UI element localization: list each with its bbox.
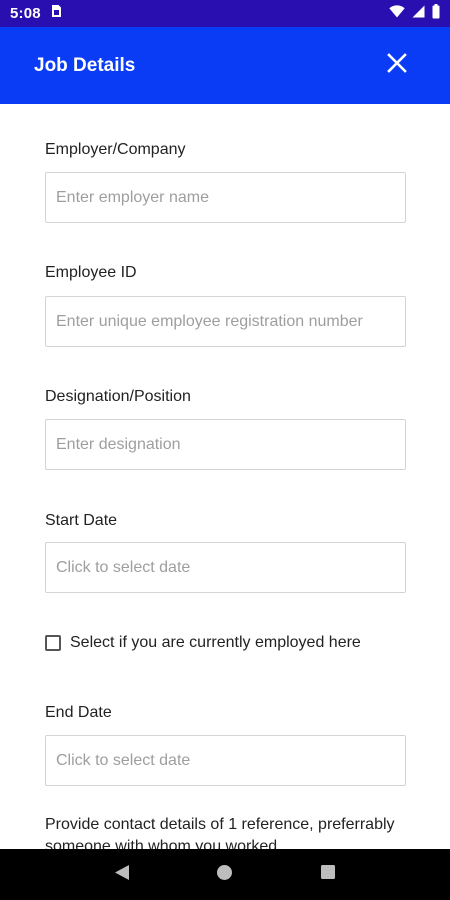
status-left: 5:08 bbox=[10, 4, 62, 23]
end-date-field[interactable] bbox=[45, 735, 406, 786]
system-navigation-bar bbox=[0, 849, 450, 900]
employer-label: Employer/Company bbox=[45, 141, 186, 158]
app-bar: Job Details bbox=[0, 27, 450, 104]
signal-icon bbox=[412, 5, 425, 23]
currently-employed-label: Select if you are currently employed her… bbox=[70, 634, 361, 651]
home-button[interactable] bbox=[210, 860, 240, 890]
reference-instructions: Provide contact details of 1 reference, … bbox=[45, 816, 395, 849]
sim-card-icon bbox=[51, 4, 62, 23]
close-button[interactable] bbox=[384, 53, 410, 79]
designation-label: Designation/Position bbox=[45, 388, 191, 405]
job-details-form: Employer/Company Employee ID Designation… bbox=[0, 104, 450, 849]
status-bar: 5:08 bbox=[0, 0, 450, 27]
currently-employed-checkbox[interactable] bbox=[45, 635, 61, 651]
employee-id-label: Employee ID bbox=[45, 264, 137, 281]
recents-button[interactable] bbox=[313, 860, 343, 890]
start-date-field[interactable] bbox=[45, 542, 406, 593]
start-date-label: Start Date bbox=[45, 512, 118, 529]
home-icon bbox=[216, 864, 233, 886]
job-details-screen: 5:08 Job Details Employer/Company Enter … bbox=[0, 0, 450, 900]
employer-input[interactable] bbox=[45, 172, 406, 223]
back-icon bbox=[114, 864, 130, 886]
page-title: Job Details bbox=[34, 54, 136, 76]
wifi-icon bbox=[389, 4, 405, 23]
designation-input[interactable] bbox=[45, 419, 406, 470]
recents-icon bbox=[320, 864, 336, 885]
battery-icon bbox=[432, 3, 440, 24]
employee-id-input[interactable] bbox=[45, 296, 406, 347]
status-time: 5:08 bbox=[10, 5, 41, 22]
currently-employed-checkbox-row[interactable]: Select if you are currently employed her… bbox=[45, 634, 361, 652]
close-icon bbox=[387, 53, 407, 78]
end-date-label: End Date bbox=[45, 704, 112, 721]
back-button[interactable] bbox=[107, 860, 137, 890]
status-right bbox=[389, 3, 440, 24]
